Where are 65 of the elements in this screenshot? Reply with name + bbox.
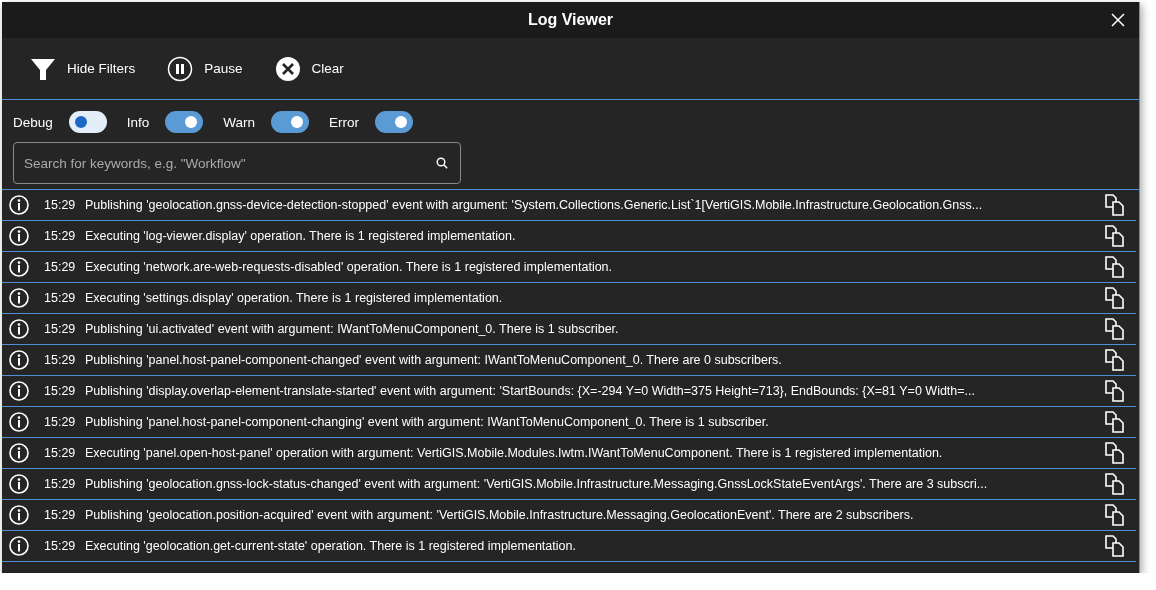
- info-icon: [9, 474, 29, 494]
- info-icon: [9, 288, 29, 308]
- log-message: Publishing 'panel.host-panel-component-changing' event with argument: IWantToMenuComponent_0. There is 1 subscriber.: [85, 415, 770, 429]
- log-time: 15:29: [44, 229, 77, 243]
- clear-button[interactable]: Clear: [274, 55, 344, 82]
- copy-icon[interactable]: [1105, 194, 1125, 216]
- filter-label: Error: [329, 114, 360, 130]
- copy-icon[interactable]: [1105, 411, 1125, 433]
- log-time: 15:29: [44, 353, 77, 367]
- info-icon: [9, 319, 29, 339]
- log-time: 15:29: [44, 260, 77, 274]
- filter-button[interactable]: Hide Filters: [30, 55, 136, 82]
- log-message: Publishing 'panel.host-panel-component-changed' event with argument: IWantToMenuComponent_0. There are 0 subscribers.: [85, 353, 783, 367]
- log-time: 15:29: [44, 198, 77, 212]
- log-message: Executing 'panel.open-host-panel' operation with argument: VertiGIS.Mobile.Modules.Iwtm.IWantToMenuComponent. There is 1 registered implementation.: [85, 446, 944, 460]
- log-message: Publishing 'geolocation.position-acquired' event with argument: 'VertiGIS.Mobile.Infrastructure.Messaging.GeolocationEvent'. There are 2 subscribers.: [85, 508, 915, 522]
- info-icon: [9, 505, 29, 525]
- info-icon: [9, 381, 29, 401]
- pause-button[interactable]: Pause: [167, 55, 243, 82]
- log-time: 15:29: [44, 446, 77, 460]
- info-icon: [9, 350, 29, 370]
- toggle-switch[interactable]: [68, 111, 107, 133]
- filter-label: Debug: [13, 114, 53, 130]
- info-icon: [9, 536, 29, 556]
- toggle-switch[interactable]: [165, 111, 204, 133]
- copy-icon[interactable]: [1105, 349, 1125, 371]
- log-time: 15:29: [44, 477, 77, 491]
- toggle-switch[interactable]: [271, 111, 310, 133]
- filter-label: Info: [126, 114, 150, 130]
- close-icon[interactable]: [1111, 13, 1125, 27]
- copy-icon[interactable]: [1105, 225, 1125, 247]
- log-time: 15:29: [44, 539, 77, 553]
- log-message: Publishing 'geolocation.gnss-device-detection-stopped' event with argument: 'System.Collections.Generic.List`1[VertiGIS.Mobile.Infrastructure.Geolocation.Gnss...: [85, 198, 984, 212]
- log-time: 15:29: [44, 508, 77, 522]
- search-icon: [436, 157, 448, 169]
- search-field[interactable]: Search for keywords, e.g. "Workflow": [13, 142, 461, 184]
- copy-icon[interactable]: [1105, 256, 1125, 278]
- log-message: Publishing 'geolocation.gnss-lock-status-changed' event with argument: 'VertiGIS.Mobile.Infrastructure.Messaging.GnssLockStateEventArgs'. There are 3 subscri...: [85, 477, 989, 491]
- copy-icon[interactable]: [1105, 535, 1125, 557]
- copy-icon[interactable]: [1105, 318, 1125, 340]
- copy-icon[interactable]: [1105, 504, 1125, 526]
- log-message: Executing 'settings.display' operation. There is 1 registered implementation.: [85, 291, 504, 305]
- window-title: Log Viewer: [527, 11, 614, 29]
- info-icon: [9, 226, 29, 246]
- log-message: Executing 'network.are-web-requests-disabled' operation. There is 1 registered implementation.: [85, 260, 614, 274]
- filter-label: Warn: [223, 114, 256, 130]
- log-message: Publishing 'display.overlap-element-translate-started' event with argument: 'StartBounds: {X=-294 Y=0 Width=375 Height=713}, EndBounds: {X=81 Y=0 Width=...: [85, 384, 976, 398]
- pause-icon: [167, 55, 194, 82]
- log-time: 15:29: [44, 415, 77, 429]
- log-time: 15:29: [44, 322, 77, 336]
- log-message: Executing 'geolocation.get-current-state' operation. There is 1 registered implementation.: [85, 539, 577, 553]
- log-message: Publishing 'ui.activated' event with argument: IWantToMenuComponent_0. There is 1 subscriber.: [85, 322, 620, 336]
- log-time: 15:29: [44, 291, 77, 305]
- log-time: 15:29: [44, 384, 77, 398]
- copy-icon[interactable]: [1105, 442, 1125, 464]
- copy-icon[interactable]: [1105, 287, 1125, 309]
- info-icon: [9, 257, 29, 277]
- close-circle-icon: [274, 55, 301, 82]
- toggle-switch[interactable]: [375, 111, 414, 133]
- info-icon: [9, 412, 29, 432]
- info-icon: [9, 195, 29, 215]
- copy-icon[interactable]: [1105, 473, 1125, 495]
- copy-icon[interactable]: [1105, 380, 1125, 402]
- log-message: Executing 'log-viewer.display' operation. There is 1 registered implementation.: [85, 229, 517, 243]
- info-icon: [9, 443, 29, 463]
